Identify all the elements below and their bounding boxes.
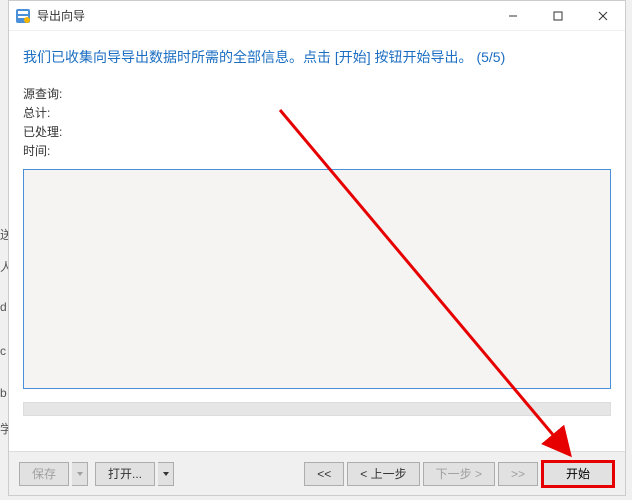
- bg-text: c: [0, 344, 6, 358]
- progress-bar: [23, 402, 611, 416]
- last-button[interactable]: >>: [498, 462, 538, 486]
- log-textarea[interactable]: [23, 169, 611, 389]
- window-title: 导出向导: [37, 7, 490, 24]
- export-wizard-window: 导出向导 我们已收集向导导出数据时所需的全部信息。点击 [开始] 按钮开始导出。…: [8, 0, 626, 496]
- prev-button[interactable]: < 上一步: [347, 462, 419, 486]
- start-button[interactable]: 开始: [541, 460, 615, 488]
- close-button[interactable]: [580, 1, 625, 30]
- maximize-button[interactable]: [535, 1, 580, 30]
- open-button[interactable]: 打开...: [95, 462, 155, 486]
- info-block: 源查询: 总计: 已处理: 时间:: [9, 73, 625, 159]
- source-query-label: 源查询:: [23, 85, 67, 102]
- open-dropdown-button[interactable]: [158, 462, 174, 486]
- next-button[interactable]: 下一步 >: [423, 462, 495, 486]
- save-dropdown-button[interactable]: [72, 462, 88, 486]
- save-button[interactable]: 保存: [19, 462, 69, 486]
- bg-text: b: [0, 386, 7, 400]
- first-button[interactable]: <<: [304, 462, 344, 486]
- total-label: 总计:: [23, 104, 67, 121]
- titlebar: 导出向导: [9, 1, 625, 31]
- time-label: 时间:: [23, 142, 67, 159]
- footer: 保存 打开... << < 上一步 下一步 > >> 开始: [9, 451, 625, 495]
- bg-text: d: [0, 300, 7, 314]
- app-icon: [15, 8, 31, 24]
- minimize-button[interactable]: [490, 1, 535, 30]
- wizard-header: 我们已收集向导导出数据时所需的全部信息。点击 [开始] 按钮开始导出。 (5/5…: [9, 31, 625, 73]
- processed-label: 已处理:: [23, 123, 67, 140]
